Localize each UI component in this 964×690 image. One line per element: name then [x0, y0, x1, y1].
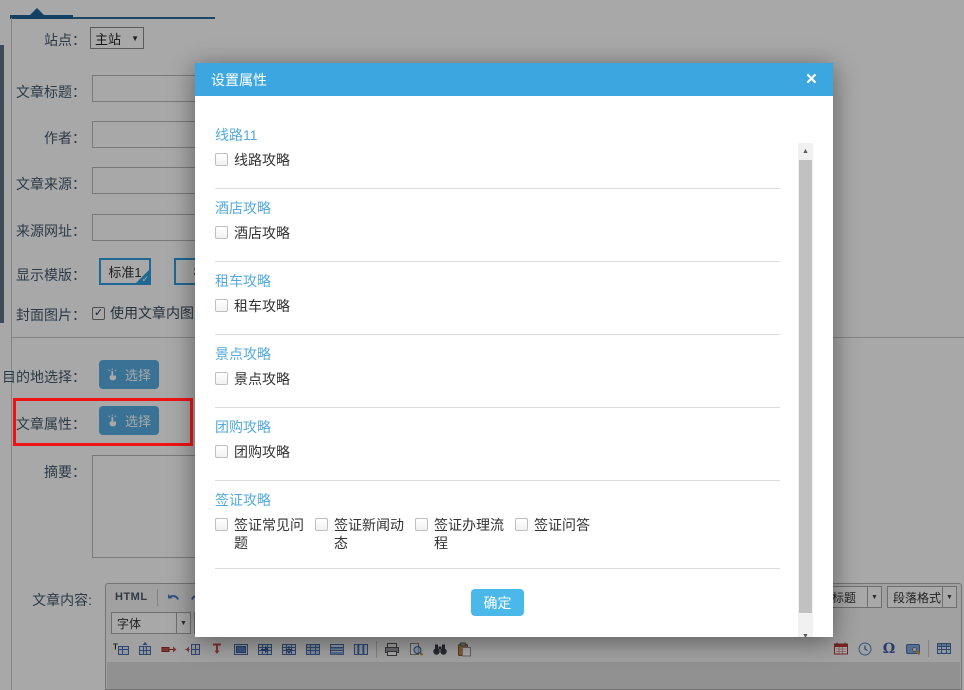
attribute-checkbox-item[interactable]: 酒店攻略	[215, 224, 315, 242]
checkbox-label: 签证办理流程	[434, 516, 508, 552]
checkbox-label: 签证问答	[534, 516, 590, 534]
checkbox-icon[interactable]	[215, 226, 228, 239]
checkbox-label: 线路攻略	[234, 151, 290, 169]
group-items: 租车攻略	[215, 297, 780, 315]
attribute-field-highlight	[13, 398, 193, 446]
group-title: 团购攻略	[215, 418, 780, 436]
attribute-checkbox-item[interactable]: 线路攻略	[215, 151, 315, 169]
attribute-group: 签证攻略签证常见问题签证新闻动态签证办理流程 签证问答	[215, 481, 780, 569]
scrollbar-thumb[interactable]	[799, 160, 812, 613]
checkbox-icon[interactable]	[215, 445, 228, 458]
group-title: 酒店攻略	[215, 199, 780, 217]
attribute-checkbox-item[interactable]: 签证办理流程	[415, 516, 515, 552]
scroll-down-icon[interactable]: ▼	[798, 628, 813, 637]
attribute-checkbox-item[interactable]: 租车攻略	[215, 297, 315, 315]
attribute-group: 租车攻略租车攻略	[215, 262, 780, 335]
screen: 站点： 主站 ▼ 文章标题： 作者： 文章来源： 来源网址： 显示模版： 标准1…	[0, 0, 964, 690]
confirm-button[interactable]: 确定	[471, 589, 524, 616]
attribute-checkbox-item[interactable]: 签证常见问题	[215, 516, 315, 552]
set-attributes-modal: 设置属性 × 线路11线路攻略酒店攻略酒店攻略租车攻略租车攻略景点攻略景点攻略团…	[195, 63, 833, 637]
scrollbar[interactable]: ▲ ▼	[798, 143, 813, 637]
group-items: 酒店攻略	[215, 224, 780, 242]
attribute-checkbox-item[interactable]: 景点攻略	[215, 370, 315, 388]
checkbox-icon[interactable]	[215, 372, 228, 385]
attribute-group: 线路11 线路攻略	[215, 116, 780, 189]
checkbox-icon[interactable]	[215, 518, 228, 531]
group-items: 景点攻略	[215, 370, 780, 388]
group-title: 线路11	[215, 126, 780, 144]
modal-body: 线路11线路攻略酒店攻略酒店攻略租车攻略租车攻略景点攻略景点攻略团购攻略团购攻略…	[195, 96, 833, 637]
attribute-group: 景点攻略景点攻略	[215, 335, 780, 408]
attribute-checkbox-item[interactable]: 团购攻略	[215, 443, 315, 461]
group-items: 团购攻略	[215, 443, 780, 461]
checkbox-icon[interactable]	[215, 299, 228, 312]
checkbox-icon[interactable]	[215, 153, 228, 166]
attribute-checkbox-item[interactable]: 签证新闻动态	[315, 516, 415, 552]
attribute-groups: 线路11线路攻略酒店攻略酒店攻略租车攻略租车攻略景点攻略景点攻略团购攻略团购攻略…	[215, 96, 780, 616]
group-items: 签证常见问题签证新闻动态签证办理流程 签证问答	[215, 516, 780, 552]
group-items: 线路攻略	[215, 151, 780, 169]
checkbox-label: 租车攻略	[234, 297, 290, 315]
close-icon[interactable]: ×	[806, 70, 817, 89]
modal-header: 设置属性 ×	[195, 63, 833, 96]
checkbox-label: 酒店攻略	[234, 224, 290, 242]
checkbox-icon[interactable]	[415, 518, 428, 531]
checkbox-label: 团购攻略	[234, 443, 290, 461]
group-title: 租车攻略	[215, 272, 780, 290]
checkbox-label: 签证常见问题	[234, 516, 308, 552]
attribute-group: 团购攻略团购攻略	[215, 408, 780, 481]
modal-title: 设置属性	[211, 70, 267, 90]
checkbox-label: 签证新闻动态	[334, 516, 408, 552]
group-title: 景点攻略	[215, 345, 780, 363]
checkbox-icon[interactable]	[315, 518, 328, 531]
group-title: 签证攻略	[215, 491, 780, 509]
attribute-checkbox-item[interactable]: 签证问答	[515, 516, 615, 552]
attribute-group: 酒店攻略酒店攻略	[215, 189, 780, 262]
checkbox-icon[interactable]	[515, 518, 528, 531]
scroll-up-icon[interactable]: ▲	[798, 143, 813, 160]
checkbox-label: 景点攻略	[234, 370, 290, 388]
